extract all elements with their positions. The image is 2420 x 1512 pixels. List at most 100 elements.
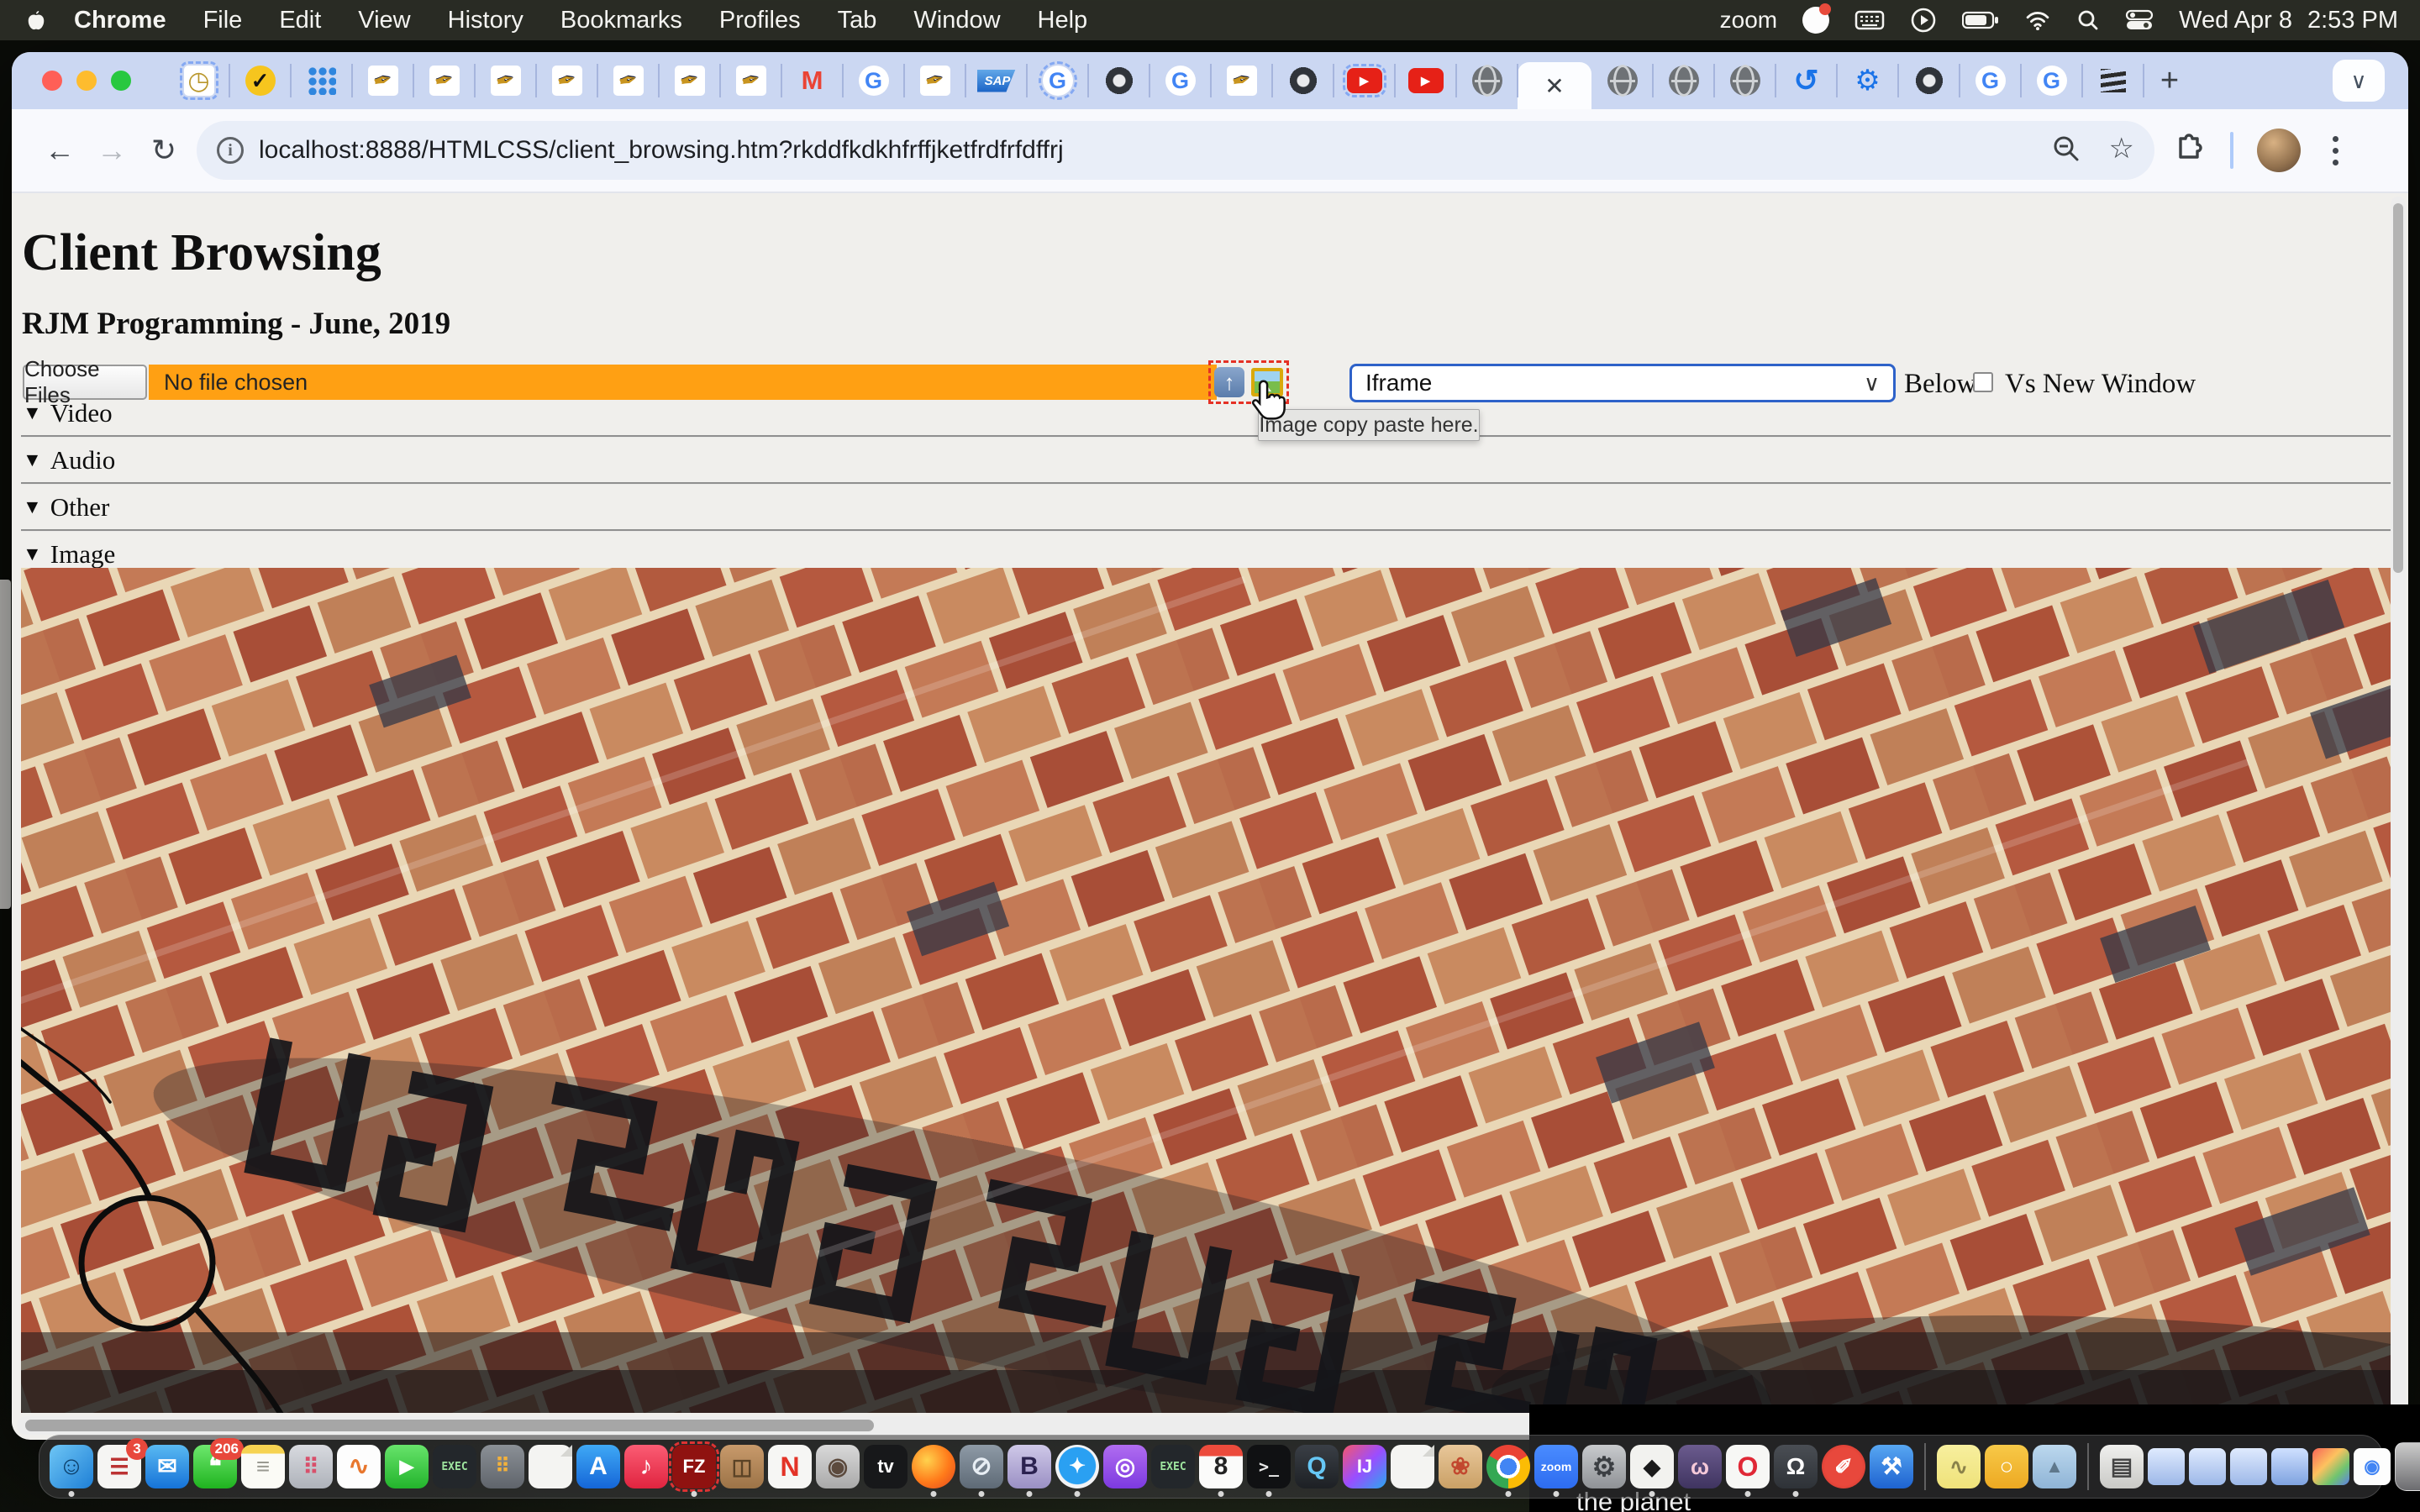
dock-item-pig-app[interactable]: ω — [1678, 1445, 1722, 1488]
zoom-window-button[interactable] — [111, 71, 131, 91]
dock-item-trash[interactable] — [2395, 1442, 2420, 1491]
tab-chrome[interactable] — [1088, 52, 1150, 109]
dock-item-minimized-window[interactable] — [2230, 1448, 2267, 1485]
dock-item-podcasts[interactable]: ◎ — [1103, 1445, 1147, 1488]
dock-item-gimp[interactable]: ◉ — [816, 1445, 860, 1488]
tab-gear[interactable] — [1837, 52, 1898, 109]
dock-item-music[interactable]: ♪ — [624, 1445, 668, 1488]
control-center-icon[interactable] — [2125, 9, 2154, 31]
tab-quill[interactable] — [597, 52, 659, 109]
dock-item-photos-stack[interactable]: ▲ — [2033, 1445, 2076, 1488]
menu-bar-clock[interactable]: Wed Apr 82:53 PM — [2179, 7, 2398, 34]
menu-item-edit[interactable]: Edit — [260, 7, 339, 34]
tab-history[interactable] — [1776, 52, 1837, 109]
minimize-window-button[interactable] — [76, 71, 97, 91]
tab-search-button[interactable]: ∨ — [2333, 60, 2385, 102]
dock-item-writer-document[interactable] — [1391, 1445, 1434, 1488]
tab-chrome[interactable] — [1272, 52, 1334, 109]
tab-check[interactable] — [229, 52, 291, 109]
file-input-bar[interactable]: No file chosen — [149, 365, 1217, 400]
menu-item-history[interactable]: History — [429, 7, 542, 34]
tab-quill[interactable] — [352, 52, 413, 109]
tab-google[interactable] — [843, 52, 904, 109]
dock-item-minimized-window[interactable] — [2148, 1448, 2185, 1485]
dock-item-terminal-exec-2[interactable]: EXEC — [1151, 1445, 1195, 1488]
tab-yt-ring[interactable] — [1334, 52, 1395, 109]
dock-item-minimized-window-colorful[interactable] — [2312, 1448, 2349, 1485]
menu-item-chrome[interactable]: Chrome — [55, 7, 185, 34]
menu-item-bookmarks[interactable]: Bookmarks — [542, 7, 701, 34]
dock-item-mail[interactable]: ✉ — [145, 1445, 189, 1488]
menu-item-view[interactable]: View — [339, 7, 429, 34]
vs-new-window-checkbox[interactable] — [1973, 372, 1993, 392]
dock-item-tooth-app[interactable]: Ω — [1774, 1445, 1818, 1488]
tab-google[interactable] — [1150, 52, 1211, 109]
dock-item-safari[interactable]: ✦ — [1055, 1445, 1099, 1488]
menu-item-help[interactable]: Help — [1019, 7, 1107, 34]
site-info-icon[interactable]: i — [217, 137, 244, 164]
tab-globe[interactable] — [1714, 52, 1776, 109]
menu-item-file[interactable]: File — [185, 7, 261, 34]
zoom-menu-item[interactable]: zoom — [1720, 7, 1777, 34]
dock-item-screen-time-blocked[interactable]: ⊘ — [960, 1445, 1003, 1488]
tab-quill[interactable] — [536, 52, 597, 109]
dock-item-firefox[interactable] — [912, 1445, 955, 1488]
apple-menu-icon[interactable] — [25, 8, 47, 32]
display-mode-select[interactable]: Iframe ∨ — [1349, 364, 1896, 402]
spotlight-search-icon[interactable] — [2076, 8, 2100, 32]
wifi-icon[interactable] — [2024, 9, 2051, 31]
tab-sap[interactable] — [965, 52, 1027, 109]
dock-item-intellij-idea[interactable]: IJ — [1343, 1445, 1386, 1488]
play-control-icon[interactable] — [1910, 7, 1937, 34]
dock-item-facetime[interactable]: ▶ — [385, 1445, 429, 1488]
dock-item-zoom[interactable]: zoom — [1534, 1445, 1578, 1488]
tab-quill[interactable] — [413, 52, 475, 109]
tab-quill[interactable] — [1211, 52, 1272, 109]
dock-item-terminal[interactable]: >_ — [1247, 1445, 1291, 1488]
dock-item-system-settings[interactable]: ⚙ — [1582, 1445, 1626, 1488]
dock-item-minimized-window[interactable] — [2189, 1448, 2226, 1485]
dock-item-inkscape[interactable]: ◆ — [1630, 1445, 1674, 1488]
menu-item-profiles[interactable]: Profiles — [701, 7, 819, 34]
chrome-menu-icon[interactable] — [2324, 136, 2347, 165]
dock-item-apple-tv[interactable]: tv — [864, 1445, 908, 1488]
profile-avatar[interactable] — [2257, 129, 2301, 172]
tab-globe[interactable] — [1456, 52, 1518, 109]
dock-item-minimized-chrome-window[interactable]: ◉ — [2354, 1448, 2391, 1485]
tab-clock[interactable] — [168, 52, 229, 109]
dock-item-launchpad[interactable]: ⠿ — [289, 1445, 333, 1488]
extensions-icon[interactable] — [2173, 132, 2207, 170]
upload-arrow-icon[interactable]: ↑ — [1214, 367, 1244, 397]
dock-item-notes[interactable]: ≡ — [241, 1445, 285, 1488]
tab-google[interactable] — [1960, 52, 2021, 109]
tab-globe[interactable] — [1653, 52, 1714, 109]
dock-item-app-store[interactable]: A — [576, 1445, 620, 1488]
dock-item-quicktime[interactable]: Q — [1295, 1445, 1339, 1488]
dock-item-dialer[interactable]: ⠿ — [481, 1445, 524, 1488]
dock-item-contacts[interactable]: ◫ — [720, 1445, 764, 1488]
forward-button[interactable]: → — [86, 133, 138, 168]
tab-google-ring[interactable] — [1027, 52, 1088, 109]
section-toggle-audio[interactable]: ▼Audio — [23, 447, 115, 474]
tab-chrome[interactable] — [1898, 52, 1960, 109]
vertical-scrollbar[interactable] — [2391, 197, 2406, 1411]
close-window-button[interactable] — [42, 71, 62, 91]
url-text[interactable]: localhost:8888/HTMLCSS/client_browsing.h… — [259, 136, 2035, 165]
dock-item-chrome[interactable] — [1486, 1445, 1530, 1488]
reload-button[interactable]: ↻ — [138, 133, 190, 168]
menu-item-window[interactable]: Window — [895, 7, 1018, 34]
battery-icon[interactable] — [1962, 11, 1999, 29]
tab-quill[interactable] — [659, 52, 720, 109]
brick-wall-image[interactable] — [21, 568, 2391, 1413]
section-toggle-video[interactable]: ▼Video — [23, 400, 113, 427]
choose-files-button[interactable]: Choose Files — [23, 365, 147, 400]
dock-item-freeform[interactable]: ∿ — [337, 1445, 381, 1488]
bookmark-star-icon[interactable]: ☆ — [2109, 134, 2134, 167]
dock-item-reminders[interactable]: ☰3 — [97, 1445, 141, 1488]
zoom-out-page-icon[interactable] — [2052, 134, 2081, 167]
meeting-app-icon[interactable] — [1802, 7, 1829, 34]
dock-item-messages[interactable]: ❝206 — [193, 1445, 237, 1488]
tab-grid[interactable] — [291, 52, 352, 109]
back-button[interactable]: ← — [34, 133, 86, 168]
dock-item-news[interactable]: N — [768, 1445, 812, 1488]
